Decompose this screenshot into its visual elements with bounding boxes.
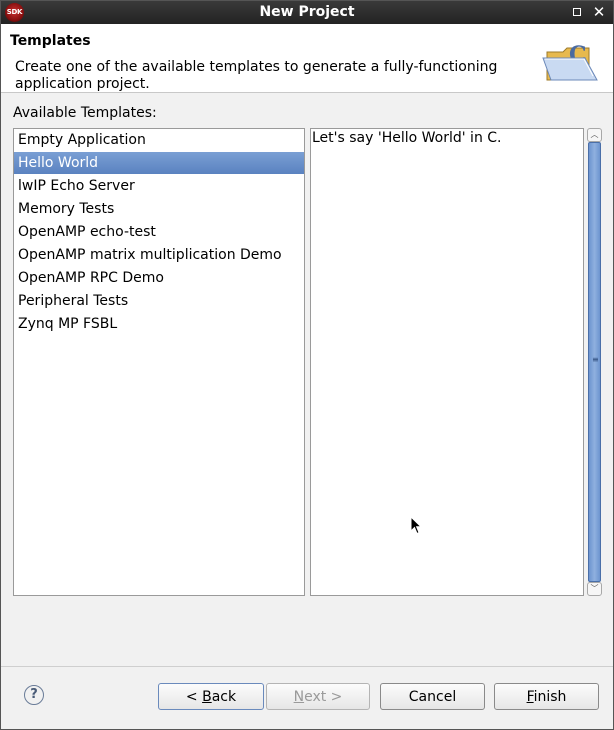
template-item-openamp-rpc-demo[interactable]: OpenAMP RPC Demo xyxy=(14,267,304,289)
help-icon[interactable]: ? xyxy=(24,685,44,705)
description-scrollbar[interactable]: ︿ ≡ ﹀ xyxy=(587,128,602,596)
next-label-rest: ext > xyxy=(304,689,343,705)
next-label-mnemonic: N xyxy=(293,689,305,705)
templates-list[interactable]: Empty Application Hello World lwIP Echo … xyxy=(13,128,305,596)
page-title: Templates xyxy=(10,33,91,49)
grip-icon: ≡ xyxy=(592,355,599,364)
template-item-openamp-echo-test[interactable]: OpenAMP echo-test xyxy=(14,221,304,243)
back-label-mnemonic: B xyxy=(202,689,212,705)
next-button: Next > xyxy=(266,683,370,710)
available-templates-label: Available Templates: xyxy=(13,105,157,121)
title-bar[interactable]: SDK New Project ✕ xyxy=(1,1,613,24)
template-description-text: Let's say 'Hello World' in C. xyxy=(312,130,502,146)
c-project-folder-icon: C xyxy=(542,42,598,81)
wizard-banner: Templates Create one of the available te… xyxy=(1,24,613,93)
template-item-peripheral-tests[interactable]: Peripheral Tests xyxy=(14,290,304,312)
new-project-dialog: SDK New Project ✕ Templates Create one o… xyxy=(0,0,614,730)
template-item-hello-world[interactable]: Hello World xyxy=(14,152,304,174)
finish-label-rest: inish xyxy=(533,689,567,705)
window-title: New Project xyxy=(259,4,355,20)
template-item-lwip-echo-server[interactable]: lwIP Echo Server xyxy=(14,175,304,197)
template-item-zynq-mp-fsbl[interactable]: Zynq MP FSBL xyxy=(14,313,304,335)
page-description: Create one of the available templates to… xyxy=(15,59,498,92)
maximize-icon[interactable] xyxy=(569,4,585,20)
back-label-rest: ack xyxy=(211,689,237,705)
cancel-button[interactable]: Cancel xyxy=(380,683,485,710)
template-description-panel: Let's say 'Hello World' in C. xyxy=(310,128,584,596)
template-item-empty-application[interactable]: Empty Application xyxy=(14,129,304,151)
finish-label-mnemonic: F xyxy=(526,689,534,705)
template-item-memory-tests[interactable]: Memory Tests xyxy=(14,198,304,220)
mouse-cursor-icon xyxy=(410,516,422,535)
back-button[interactable]: < Back xyxy=(158,683,264,710)
back-label-prefix: < xyxy=(185,689,203,705)
template-item-openamp-matrix-demo[interactable]: OpenAMP matrix multiplication Demo xyxy=(14,244,304,266)
scroll-down-icon[interactable]: ﹀ xyxy=(587,582,602,596)
footer-divider xyxy=(1,666,613,667)
close-icon[interactable]: ✕ xyxy=(591,4,607,20)
finish-button[interactable]: Finish xyxy=(494,683,599,710)
scroll-up-icon[interactable]: ︿ xyxy=(587,128,602,142)
scroll-thumb[interactable]: ≡ xyxy=(588,142,601,582)
